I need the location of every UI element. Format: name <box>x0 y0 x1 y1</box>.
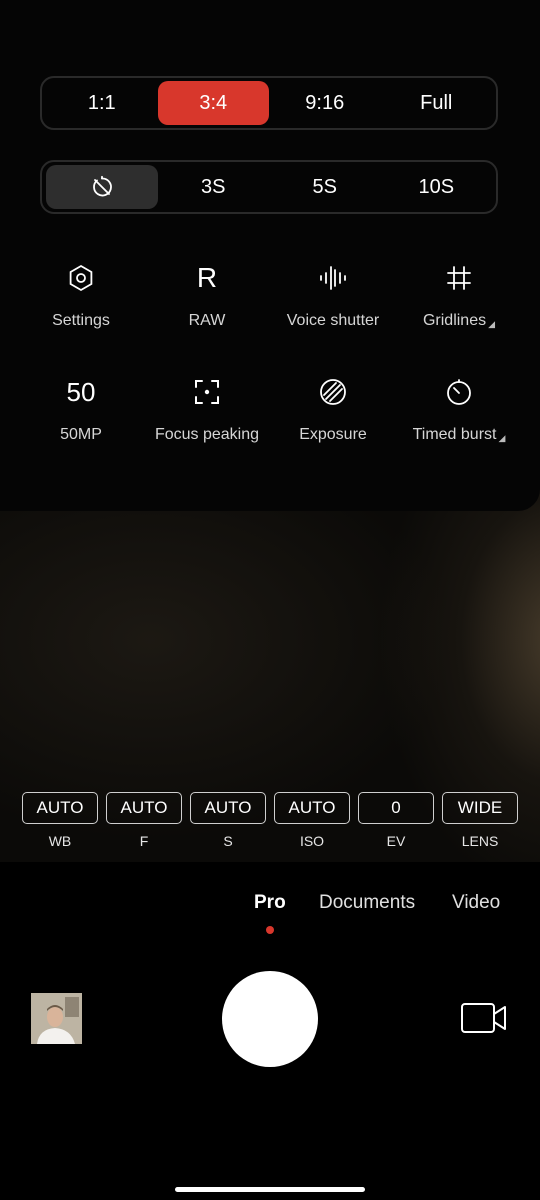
lens-value[interactable]: WIDE <box>442 792 518 824</box>
timer-off-icon <box>92 175 112 197</box>
aspect-3-4-option[interactable]: 3:4 <box>157 81 269 125</box>
grid-icon <box>447 266 471 290</box>
ev-label: EV <box>386 833 406 849</box>
waveform-icon <box>320 266 346 290</box>
timed-burst-label-wrap: Timed burst ◢ <box>413 426 506 444</box>
timer-icon <box>447 379 471 405</box>
gridlines-button[interactable]: Gridlines ◢ <box>396 258 522 330</box>
timer-5s-option[interactable]: 5S <box>269 165 381 209</box>
aperture-param[interactable]: AUTO F <box>106 792 182 849</box>
aspect-ratio-selector: 1:1 3:4 9:16 Full <box>40 76 498 130</box>
quick-settings-row-2: 50 50MP Focus peaking Exposure Timed bur… <box>18 372 522 444</box>
mode-tab-documents[interactable]: Documents <box>319 892 415 914</box>
caret-down-icon: ◢ <box>498 433 506 443</box>
megapixel-label: 50MP <box>60 426 102 443</box>
switch-to-video-button[interactable] <box>460 1001 508 1035</box>
exposure-toggle[interactable]: Exposure <box>270 372 396 444</box>
megapixel-toggle[interactable]: 50 50MP <box>18 372 144 444</box>
wb-param[interactable]: AUTO WB <box>22 792 98 849</box>
raw-label: RAW <box>188 312 226 329</box>
wb-label: WB <box>48 833 72 849</box>
active-mode-indicator <box>266 926 274 934</box>
shutter-speed-value[interactable]: AUTO <box>190 792 266 824</box>
settings-button[interactable]: Settings <box>18 258 144 330</box>
photo-thumbnail-image <box>31 993 82 1044</box>
iso-param[interactable]: AUTO ISO <box>274 792 350 849</box>
iso-label: ISO <box>299 833 325 849</box>
timed-burst-button[interactable]: Timed burst ◢ <box>396 372 522 444</box>
timed-burst-label: Timed burst <box>412 426 497 443</box>
settings-label: Settings <box>52 312 110 329</box>
aperture-value[interactable]: AUTO <box>106 792 182 824</box>
timer-off-option[interactable] <box>46 165 158 209</box>
exposure-stripes-icon <box>320 379 346 405</box>
raw-toggle[interactable]: R RAW <box>144 258 270 330</box>
aspect-9-16-option[interactable]: 9:16 <box>269 81 381 125</box>
iso-value[interactable]: AUTO <box>274 792 350 824</box>
caret-down-icon: ◢ <box>488 319 496 329</box>
raw-letter-icon: R <box>196 262 218 293</box>
mode-tab-pro[interactable]: Pro <box>254 892 286 914</box>
wb-value[interactable]: AUTO <box>22 792 98 824</box>
quick-settings-panel: 1:1 3:4 9:16 Full 3S 5S 10S Settings R R… <box>0 0 540 511</box>
mode-tab-video[interactable]: Video <box>452 892 500 914</box>
aperture-label: F <box>139 833 149 849</box>
focus-peaking-icon <box>195 380 219 404</box>
exposure-label: Exposure <box>299 426 367 443</box>
mode-tabs: Pro Documents Video <box>0 892 540 922</box>
quick-settings-row-1: Settings R RAW Voice shutter Gridlines ◢ <box>18 258 522 330</box>
voice-shutter-toggle[interactable]: Voice shutter <box>270 258 396 330</box>
aspect-1-1-option[interactable]: 1:1 <box>46 81 158 125</box>
ev-param[interactable]: 0 EV <box>358 792 434 849</box>
timer-3s-option[interactable]: 3S <box>158 165 270 209</box>
focus-peaking-toggle[interactable]: Focus peaking <box>144 372 270 444</box>
video-camera-icon <box>461 1003 506 1033</box>
aspect-full-option[interactable]: Full <box>381 81 493 125</box>
hexagon-settings-icon <box>69 264 93 292</box>
lens-param[interactable]: WIDE LENS <box>442 792 518 849</box>
megapixel-icon: 50 <box>66 376 96 407</box>
ev-value[interactable]: 0 <box>358 792 434 824</box>
voice-shutter-label: Voice shutter <box>286 312 380 329</box>
shutter-speed-label: S <box>223 833 233 849</box>
timer-10s-option[interactable]: 10S <box>381 165 493 209</box>
timer-selector: 3S 5S 10S <box>40 160 498 214</box>
shutter-speed-param[interactable]: AUTO S <box>190 792 266 849</box>
gridlines-label: Gridlines <box>422 312 487 329</box>
focus-peaking-label: Focus peaking <box>154 426 260 443</box>
pro-parameters-bar: AUTO WB AUTO F AUTO S AUTO ISO 0 EV WIDE… <box>22 792 518 849</box>
gallery-thumbnail[interactable] <box>31 993 82 1044</box>
gridlines-label-wrap: Gridlines ◢ <box>423 312 495 330</box>
shutter-button[interactable] <box>222 971 318 1067</box>
home-indicator[interactable] <box>175 1187 365 1192</box>
lens-label: LENS <box>461 833 499 849</box>
